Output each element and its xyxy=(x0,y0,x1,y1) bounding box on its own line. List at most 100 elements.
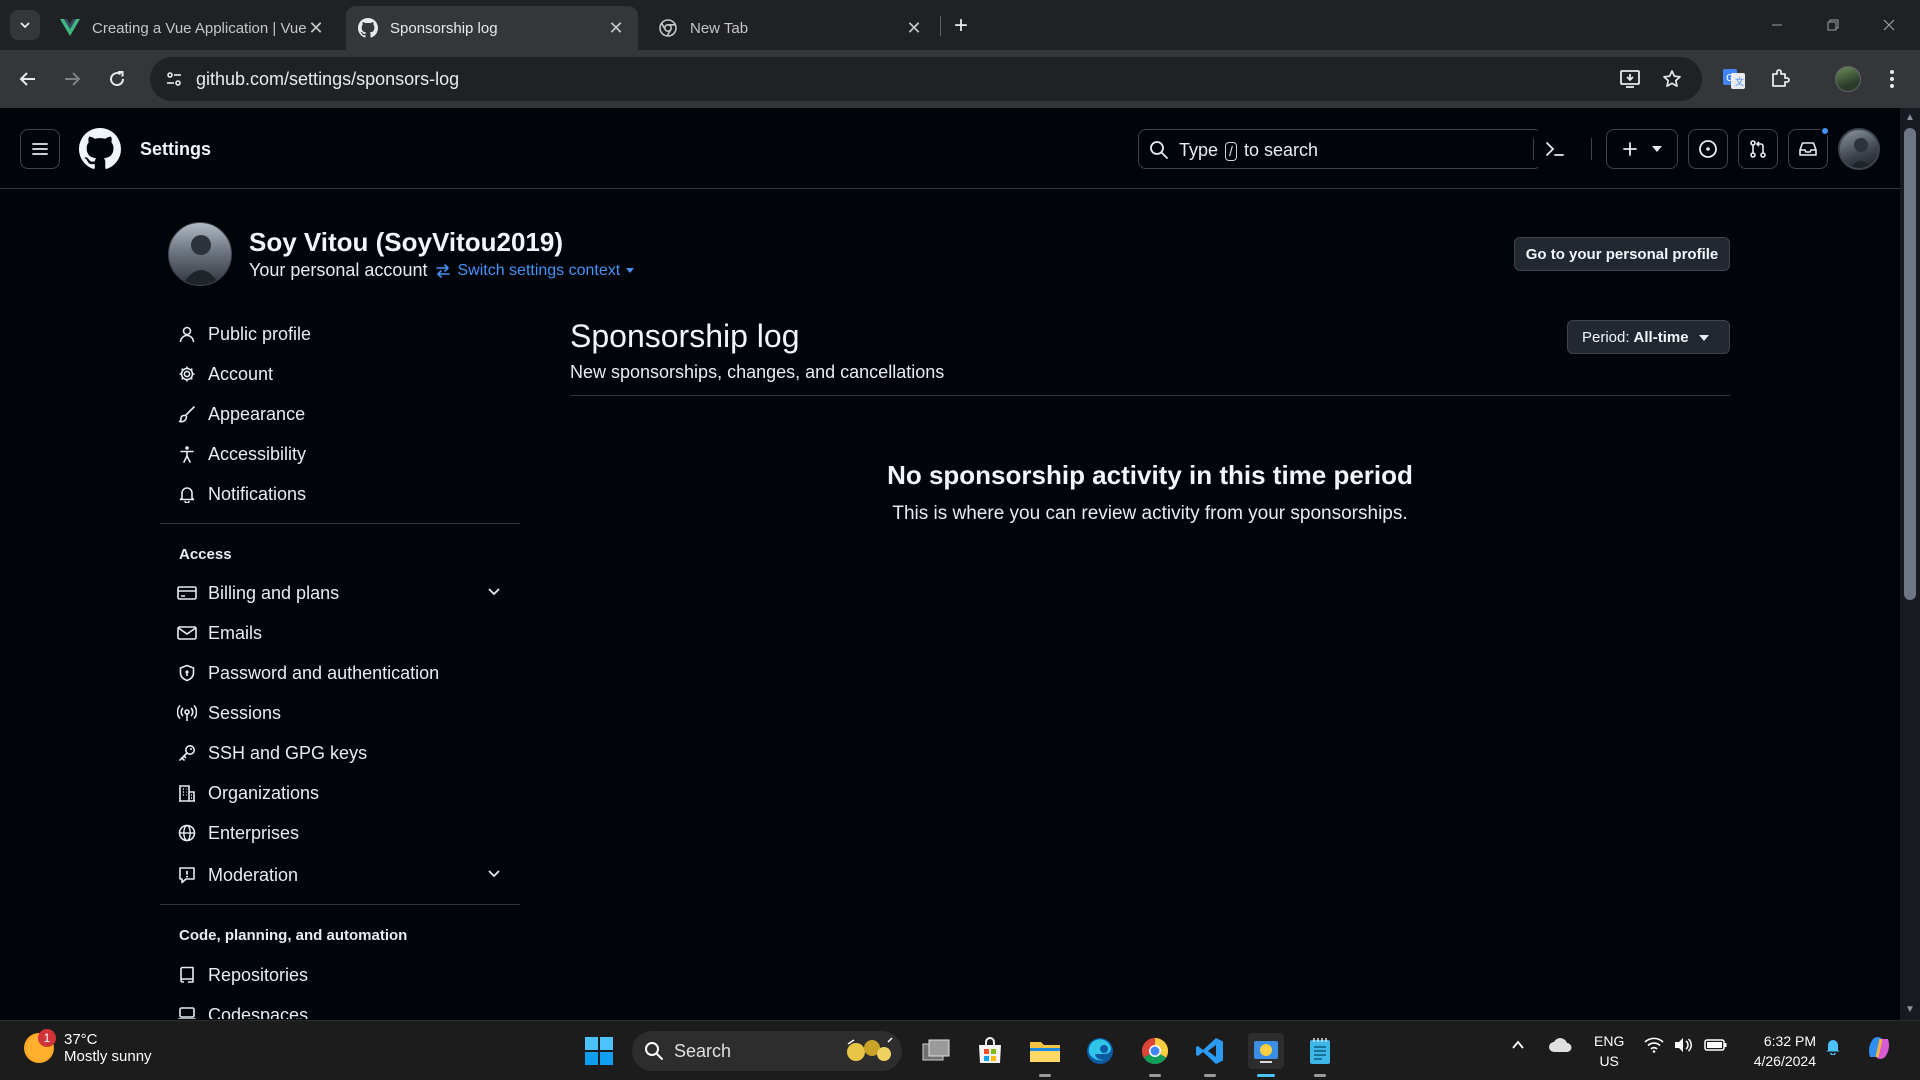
taskbar-search-label: Search xyxy=(674,1040,732,1061)
sidebar-item-codespaces[interactable]: Codespaces xyxy=(176,997,516,1019)
start-button[interactable] xyxy=(581,1033,617,1069)
chevron-down-icon[interactable] xyxy=(486,583,502,599)
volume-icon[interactable] xyxy=(1673,1037,1693,1053)
system-clock[interactable]: 6:32 PM 4/26/2024 xyxy=(1740,1031,1816,1071)
install-app-icon[interactable] xyxy=(1616,65,1644,93)
site-info-icon[interactable] xyxy=(160,65,188,93)
notification-bell-icon[interactable] xyxy=(1824,1037,1842,1055)
chrome-icon[interactable] xyxy=(1137,1033,1173,1077)
paintbrush-icon xyxy=(176,403,198,425)
vscode-icon[interactable] xyxy=(1192,1033,1228,1077)
battery-icon[interactable] xyxy=(1704,1037,1728,1053)
tab-search-button[interactable] xyxy=(10,10,40,40)
sidebar-item-notifications[interactable]: Notifications xyxy=(176,476,516,512)
browser-toolbar: github.com/settings/sponsors-log G文 xyxy=(0,50,1920,108)
input-language-indicator[interactable]: ENG US xyxy=(1594,1031,1624,1071)
scroll-down-arrow-icon[interactable]: ▼ xyxy=(1904,1004,1916,1016)
sidebar-item-billing[interactable]: Billing and plans xyxy=(176,575,516,611)
issues-button[interactable] xyxy=(1688,129,1728,169)
vue-icon xyxy=(60,18,80,38)
sidebar-item-organizations[interactable]: Organizations xyxy=(176,775,516,811)
profile-name[interactable]: Soy Vitou (SoyVitou2019) xyxy=(249,227,563,258)
scroll-up-arrow-icon[interactable]: ▲ xyxy=(1904,112,1916,124)
tab-new-tab[interactable]: New Tab ✕ xyxy=(646,6,936,50)
sidebar-item-emails[interactable]: Emails xyxy=(176,615,516,651)
minimize-button[interactable] xyxy=(1754,8,1800,42)
inbox-icon xyxy=(1799,142,1817,156)
close-icon[interactable]: ✕ xyxy=(606,18,626,38)
restore-button[interactable] xyxy=(1810,8,1856,42)
sidebar-item-moderation[interactable]: Moderation xyxy=(176,857,516,893)
microsoft-store-icon[interactable] xyxy=(972,1033,1008,1069)
onedrive-cloud-icon[interactable] xyxy=(1548,1037,1572,1053)
tab-sponsorship-log[interactable]: Sponsorship log ✕ xyxy=(346,6,638,50)
user-avatar[interactable] xyxy=(1838,128,1880,170)
sidebar-item-enterprises[interactable]: Enterprises xyxy=(176,815,516,851)
hamburger-menu-button[interactable] xyxy=(20,129,60,169)
github-search-input[interactable]: Type / to search xyxy=(1138,129,1542,169)
content-divider xyxy=(570,395,1730,396)
close-icon[interactable]: ✕ xyxy=(904,18,924,38)
accessibility-icon xyxy=(176,443,198,465)
create-new-button[interactable] xyxy=(1606,129,1678,169)
organization-icon xyxy=(176,782,198,804)
menu-kebab-icon[interactable] xyxy=(1876,63,1908,95)
extensions-icon[interactable] xyxy=(1764,63,1796,95)
sidebar-item-ssh-gpg[interactable]: SSH and GPG keys xyxy=(176,735,516,771)
arrow-right-icon xyxy=(65,72,81,86)
reload-button[interactable] xyxy=(101,63,133,95)
sidebar-item-repositories[interactable]: Repositories xyxy=(176,957,516,993)
sidebar-item-label: Public profile xyxy=(208,323,312,344)
active-app-icon[interactable] xyxy=(1248,1033,1284,1077)
unread-notification-dot xyxy=(1820,126,1830,136)
sidebar-item-label: Moderation xyxy=(208,864,299,885)
address-bar[interactable]: github.com/settings/sponsors-log xyxy=(150,57,1702,101)
translate-icon[interactable]: G文 xyxy=(1718,63,1750,95)
pull-requests-button[interactable] xyxy=(1738,129,1778,169)
header-context-title[interactable]: Settings xyxy=(140,139,211,160)
taskbar-search[interactable]: Search xyxy=(632,1031,902,1071)
bookmark-star-icon[interactable] xyxy=(1658,65,1686,93)
profile-subtitle: Your personal account Switch settings co… xyxy=(249,260,635,281)
file-explorer-icon[interactable] xyxy=(1027,1033,1063,1077)
sidebar-item-appearance[interactable]: Appearance xyxy=(176,396,516,432)
chrome-icon xyxy=(658,18,678,38)
show-hidden-icons-chevron-icon[interactable] xyxy=(1510,1037,1526,1053)
browser-profile-avatar[interactable] xyxy=(1832,63,1864,95)
sidebar-item-password-auth[interactable]: Password and authentication xyxy=(176,655,516,691)
period-prefix: Period: xyxy=(1582,328,1630,346)
git-pull-request-icon xyxy=(1750,140,1766,158)
close-window-button[interactable] xyxy=(1866,8,1912,42)
chevron-down-icon[interactable] xyxy=(486,865,502,881)
switch-context-link[interactable]: Switch settings context xyxy=(435,262,635,280)
chevron-down-icon xyxy=(20,22,30,29)
notepad-icon[interactable] xyxy=(1302,1033,1338,1077)
header-divider xyxy=(1591,138,1592,160)
sidebar-item-sessions[interactable]: Sessions xyxy=(176,695,516,731)
triangle-down-icon xyxy=(1699,335,1709,341)
reload-icon xyxy=(110,71,125,87)
go-to-profile-button[interactable]: Go to your personal profile xyxy=(1514,237,1730,271)
scrollbar-thumb[interactable] xyxy=(1904,128,1916,600)
svg-text:G: G xyxy=(1726,73,1734,84)
task-view-icon[interactable] xyxy=(918,1033,954,1069)
copilot-icon[interactable] xyxy=(1864,1033,1894,1063)
sidebar-item-public-profile[interactable]: Public profile xyxy=(176,316,516,352)
close-icon[interactable]: ✕ xyxy=(306,18,326,38)
github-logo-icon[interactable] xyxy=(79,128,121,170)
new-tab-button[interactable]: + xyxy=(947,12,975,40)
windows-taskbar: 1 37°C Mostly sunny Search ENG US 6:32 P… xyxy=(0,1020,1920,1080)
bell-icon xyxy=(176,483,198,505)
weather-widget[interactable]: 1 37°C Mostly sunny xyxy=(24,1029,152,1065)
sidebar-item-accessibility[interactable]: Accessibility xyxy=(176,436,516,472)
report-icon xyxy=(176,864,198,886)
tab-vue[interactable]: Creating a Vue Application | Vue.js ✕ xyxy=(48,6,338,50)
command-palette-button[interactable] xyxy=(1535,129,1575,169)
back-button[interactable] xyxy=(12,63,44,95)
period-select[interactable]: Period: All-time xyxy=(1567,320,1730,354)
page-scrollbar[interactable]: ▲ ▼ xyxy=(1900,108,1920,1020)
wifi-icon[interactable] xyxy=(1644,1037,1664,1053)
sidebar-item-account[interactable]: Account xyxy=(176,356,516,392)
forward-button[interactable] xyxy=(56,63,88,95)
edge-icon[interactable] xyxy=(1082,1033,1118,1069)
